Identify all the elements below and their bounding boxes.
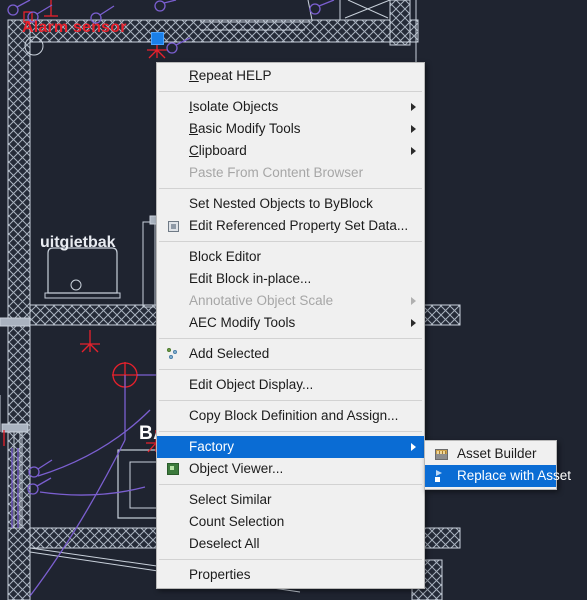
blank-icon (163, 271, 183, 287)
chevron-right-icon (411, 443, 416, 451)
menu-separator (159, 188, 422, 189)
menu-item-count-selection[interactable]: Count Selection (157, 511, 424, 533)
object-viewer-icon (163, 461, 183, 477)
selection-grip[interactable] (151, 32, 164, 45)
chevron-right-icon (411, 125, 416, 133)
blank-icon (163, 196, 183, 212)
blank-icon (163, 293, 183, 309)
submenu-item-asset-builder[interactable]: Asset Builder (425, 443, 556, 465)
blank-icon (163, 408, 183, 424)
menu-separator (159, 91, 422, 92)
menu-item-clipboard[interactable]: Clipboard (157, 140, 424, 162)
menu-item-label: Paste From Content Browser (189, 165, 364, 180)
menu-item-label: Object Viewer... (189, 461, 284, 476)
menu-separator (159, 241, 422, 242)
menu-item-edit-object-display[interactable]: Edit Object Display... (157, 374, 424, 396)
blank-icon (163, 514, 183, 530)
menu-separator (159, 369, 422, 370)
menu-separator (159, 484, 422, 485)
menu-separator (159, 400, 422, 401)
menu-item-add-selected[interactable]: Add Selected (157, 343, 424, 365)
blank-icon (163, 567, 183, 583)
menu-item-label: Deselect All (189, 536, 260, 551)
blank-icon (163, 439, 183, 455)
application-window: Alarm sensor uitgietbak BAI Repeat HELP … (0, 0, 587, 600)
menu-item-copy-block-definition-and-assign[interactable]: Copy Block Definition and Assign... (157, 405, 424, 427)
menu-item-set-nested-objects-to-byblock[interactable]: Set Nested Objects to ByBlock (157, 193, 424, 215)
menu-item-label: AEC Modify Tools (189, 315, 296, 330)
menu-item-properties[interactable]: Properties (157, 564, 424, 586)
add-selected-icon (163, 346, 183, 362)
menu-item-object-viewer[interactable]: Object Viewer... (157, 458, 424, 480)
menu-item-label: Clipboard (189, 143, 247, 158)
chevron-right-icon (411, 297, 416, 305)
blank-icon (163, 99, 183, 115)
submenu-item-label: Replace with Asset (457, 468, 572, 483)
menu-item-edit-block-in-place[interactable]: Edit Block in-place... (157, 268, 424, 290)
chevron-right-icon (411, 319, 416, 327)
menu-item-label: Isolate Objects (189, 99, 279, 114)
asset-builder-icon (431, 446, 451, 462)
menu-item-basic-modify-tools[interactable]: Basic Modify Tools (157, 118, 424, 140)
chevron-right-icon (411, 103, 416, 111)
menu-item-annotative-object-scale: Annotative Object Scale (157, 290, 424, 312)
blank-icon (163, 315, 183, 331)
menu-item-aec-modify-tools[interactable]: AEC Modify Tools (157, 312, 424, 334)
property-set-icon (163, 218, 183, 234)
menu-item-label: Select Similar (189, 492, 272, 507)
blank-icon (163, 536, 183, 552)
blank-icon (163, 249, 183, 265)
menu-separator (159, 338, 422, 339)
replace-with-asset-icon (431, 468, 451, 484)
menu-item-label: Add Selected (189, 346, 270, 361)
chevron-right-icon (411, 147, 416, 155)
menu-item-deselect-all[interactable]: Deselect All (157, 533, 424, 555)
menu-item-label: Set Nested Objects to ByBlock (189, 196, 373, 211)
menu-separator (159, 431, 422, 432)
menu-item-label: Repeat HELP (189, 68, 272, 83)
submenu-item-replace-with-asset[interactable]: Replace with Asset (425, 465, 571, 487)
menu-item-label: Edit Object Display... (189, 377, 314, 392)
menu-item-repeat-help[interactable]: Repeat HELP (157, 65, 424, 87)
menu-item-label: Factory (189, 439, 235, 454)
submenu-item-label: Asset Builder (457, 446, 537, 461)
blank-icon (163, 143, 183, 159)
menu-item-block-editor[interactable]: Block Editor (157, 246, 424, 268)
menu-item-label: Block Editor (189, 249, 262, 264)
blank-icon (163, 492, 183, 508)
context-menu[interactable]: Repeat HELP Isolate Objects Basic Modify… (156, 62, 425, 589)
menu-item-edit-referenced-property-set-data[interactable]: Edit Referenced Property Set Data... (157, 215, 424, 237)
menu-item-label: Copy Block Definition and Assign... (189, 408, 399, 423)
factory-submenu[interactable]: Asset Builder Replace with Asset (424, 440, 571, 490)
blank-icon (163, 68, 183, 84)
blank-icon (163, 121, 183, 137)
blank-icon (163, 165, 183, 181)
menu-item-isolate-objects[interactable]: Isolate Objects (157, 96, 424, 118)
menu-item-label: Edit Referenced Property Set Data... (189, 218, 409, 233)
menu-item-label: Annotative Object Scale (189, 293, 334, 308)
menu-item-label: Basic Modify Tools (189, 121, 301, 136)
menu-item-label: Properties (189, 567, 251, 582)
menu-item-factory[interactable]: Factory (157, 436, 424, 458)
menu-item-select-similar[interactable]: Select Similar (157, 489, 424, 511)
menu-item-paste-from-content-browser: Paste From Content Browser (157, 162, 424, 184)
blank-icon (163, 377, 183, 393)
menu-item-label: Count Selection (189, 514, 285, 529)
menu-item-label: Edit Block in-place... (189, 271, 312, 286)
menu-separator (159, 559, 422, 560)
